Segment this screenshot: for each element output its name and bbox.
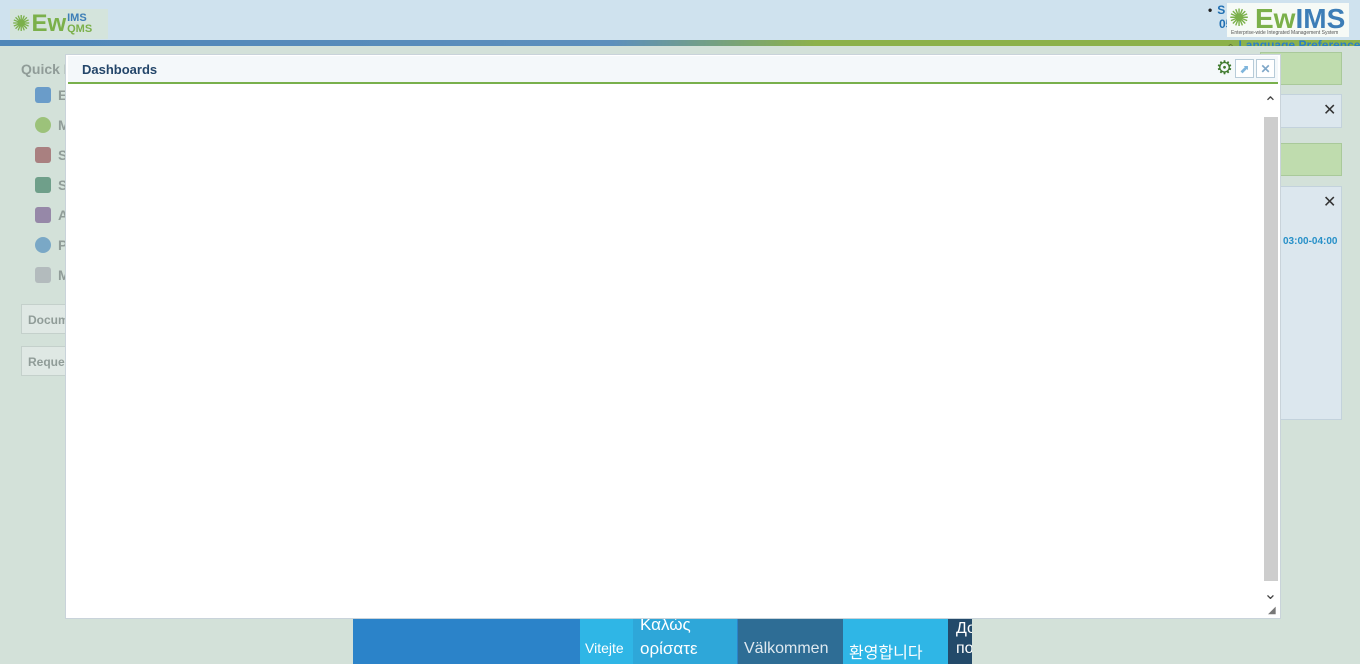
logo-star-icon (35, 117, 51, 133)
pie-chart-icon (35, 237, 51, 253)
quick-link-item[interactable]: P (35, 237, 67, 253)
close-icon[interactable]: ✕ (1323, 192, 1336, 212)
bullet-icon: • (1208, 3, 1213, 17)
ewims-logo[interactable]: ✺ EwIMS Enterprise-wide Integrated Manag… (1227, 3, 1349, 37)
welcome-word: Καλώς ορίσατε (633, 613, 737, 664)
logo-qms-text: QMS (67, 23, 93, 35)
app-header: ✺ Ew IMS QMS • S 05 ✺ EwIMS Enterprise-wi… (0, 0, 1360, 40)
resize-handle-icon[interactable]: ◢ (1268, 605, 1276, 616)
quick-link-item[interactable]: S (35, 177, 67, 193)
logo-stack: IMS QMS (67, 13, 92, 35)
scroll-down-arrow-icon[interactable]: ⌄ (1262, 584, 1279, 604)
quick-link-item[interactable]: S (35, 147, 67, 163)
scrollbar-thumb[interactable] (1264, 117, 1278, 581)
user-red-icon (35, 147, 51, 163)
logo-ew-text: Ew (31, 10, 67, 37)
mail-icon (35, 267, 51, 283)
welcome-word: Vitejte (580, 619, 633, 664)
user-link-text: S (1217, 3, 1226, 17)
close-icon[interactable]: ✕ (1256, 59, 1275, 78)
dialog-title: Dashboards (82, 62, 158, 77)
welcome-word: Välkommen (738, 619, 843, 664)
dialog-content[interactable] (66, 86, 1262, 618)
welcome-word: 환영합니다 (843, 619, 948, 664)
logo-star-icon: ✺ (1229, 5, 1250, 32)
quick-link-item[interactable]: E (35, 87, 67, 103)
ewqms-logo[interactable]: ✺ Ew IMS QMS (10, 9, 108, 39)
welcome-banner: Vitejte Καλώς ορίσατε Välkommen 환영합니다 До… (353, 613, 972, 664)
bank-icon (35, 87, 51, 103)
close-icon[interactable]: ✕ (1323, 100, 1336, 120)
vertical-scrollbar[interactable]: ⌃ ⌄ (1262, 90, 1279, 611)
gear-icon[interactable]: ⚙ (1214, 58, 1235, 79)
user-link[interactable]: • S (1208, 3, 1225, 17)
welcome-word: До по (948, 619, 972, 664)
dialog-header[interactable]: Dashboards ⚙ ⬈ ✕ (68, 56, 1278, 84)
logo-star-icon: ✺ (12, 11, 31, 36)
dashboards-dialog: Dashboards ⚙ ⬈ ✕ ⌃ ⌄ ◢ (65, 54, 1281, 619)
time-range-text: 03:00-04:00 (1283, 236, 1338, 247)
popout-icon[interactable]: ⬈ (1235, 59, 1254, 78)
quick-link-item[interactable]: A (35, 207, 68, 223)
scroll-up-arrow-icon[interactable]: ⌃ (1262, 90, 1279, 115)
user-purple-icon (35, 207, 51, 223)
logo-tagline: Enterprise-wide Integrated Management Sy… (1231, 30, 1339, 36)
user-green-icon (35, 177, 51, 193)
